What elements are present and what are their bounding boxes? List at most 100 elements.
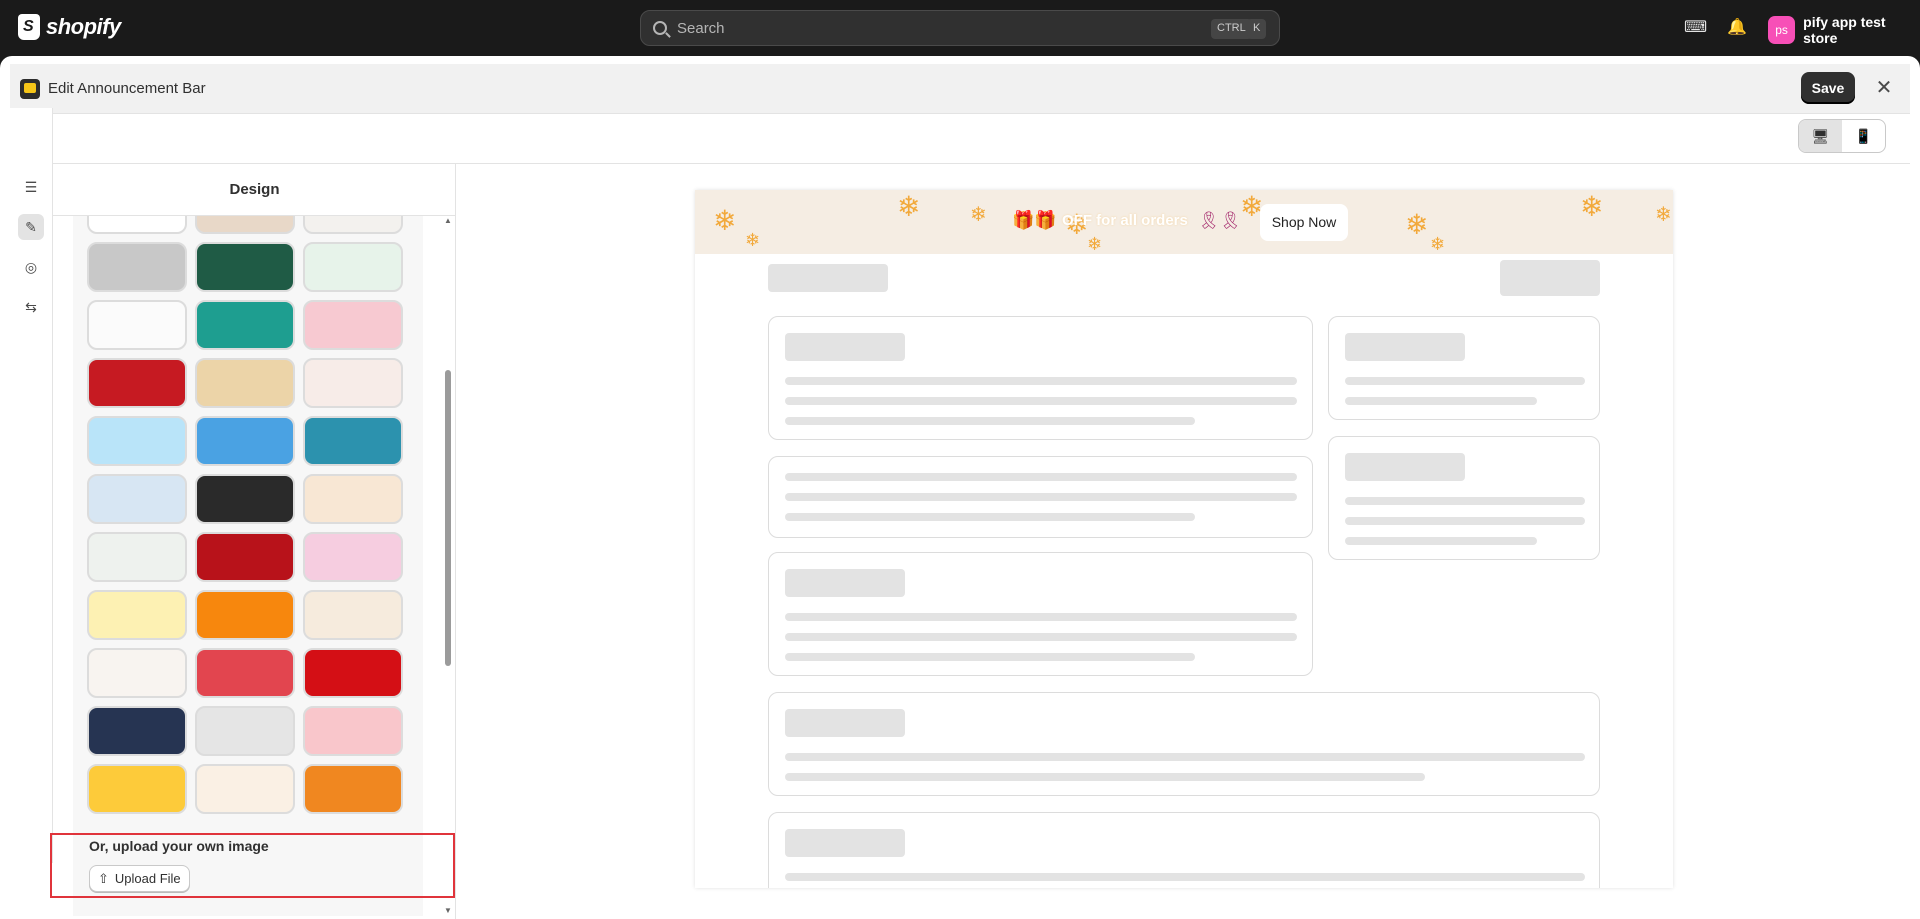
- shop-now-button[interactable]: Shop Now: [1260, 204, 1348, 241]
- background-tile-diamond-pattern[interactable]: [303, 216, 403, 234]
- background-tile-red-mistletoe[interactable]: [195, 532, 295, 582]
- editor-header: Edit Announcement Bar Save ✕: [10, 64, 1910, 114]
- background-tile-gray-waves[interactable]: [195, 706, 295, 756]
- panel-title: Design: [53, 164, 456, 216]
- skeleton-line: [1345, 377, 1585, 385]
- ribbon-icon: 🎗🎗: [1198, 211, 1242, 230]
- skeleton-line: [785, 753, 1585, 761]
- background-tile-light-green-pattern[interactable]: [303, 242, 403, 292]
- settings-icon[interactable]: ⇆: [18, 294, 44, 320]
- background-tile-cream-flowers[interactable]: [195, 764, 295, 814]
- skeleton-line: [785, 377, 1297, 385]
- targeting-icon[interactable]: ◎: [18, 254, 44, 280]
- design-icon[interactable]: ✎: [18, 214, 44, 240]
- announcement-bar[interactable]: ❄ ❄ ❄ ❄ ❄ ❄ ❄ ❄ ❄ ❄ ❄ 🎁🎁 OFF for all ord…: [695, 190, 1673, 254]
- desktop-view-icon[interactable]: 🖥: [1799, 120, 1842, 152]
- shopify-logo[interactable]: shopify: [18, 14, 121, 40]
- skeleton-line: [785, 773, 1425, 781]
- background-tile-black-stars[interactable]: [195, 474, 295, 524]
- background-tile-snow-red-stars[interactable]: [87, 216, 187, 234]
- store-name: pify app test store: [1803, 14, 1886, 46]
- upload-title: Or, upload your own image: [89, 838, 269, 854]
- background-tile-cream-clouds[interactable]: [303, 474, 403, 524]
- mobile-view-icon[interactable]: 📱: [1842, 120, 1885, 152]
- skeleton-line: [785, 653, 1195, 661]
- background-tile-yellow-solid[interactable]: [87, 764, 187, 814]
- skeleton-button: [1500, 260, 1600, 296]
- background-tile-gray-plaid[interactable]: [87, 242, 187, 292]
- background-tile-confetti[interactable]: [87, 648, 187, 698]
- background-tile-cream-chevron[interactable]: [303, 590, 403, 640]
- skeleton-line: [785, 417, 1195, 425]
- background-tile-red-lanterns[interactable]: [87, 358, 187, 408]
- skeleton-line: [785, 633, 1297, 641]
- skeleton-card: [768, 552, 1313, 676]
- skeleton-line: [1345, 397, 1537, 405]
- upload-file-button[interactable]: ⇧ Upload File: [89, 865, 190, 892]
- skeleton-heading: [785, 569, 905, 597]
- content-icon[interactable]: ☰: [18, 174, 44, 200]
- skeleton-card: [768, 456, 1313, 538]
- device-toggle: 🖥 📱: [1798, 119, 1886, 153]
- skeleton-line: [785, 493, 1297, 501]
- upload-file-label: Upload File: [114, 871, 181, 886]
- background-tile-yellow-hearts[interactable]: [87, 590, 187, 640]
- background-tile-teal-reindeer[interactable]: [303, 416, 403, 466]
- skeleton-card: [768, 692, 1600, 796]
- ctrl-key-hint: CTRL: [1211, 19, 1252, 39]
- search-input[interactable]: Search CTRL K: [640, 10, 1280, 46]
- snowflake-icon: ❄: [1655, 204, 1672, 226]
- save-button[interactable]: Save: [1801, 72, 1855, 104]
- snowflake-icon: ❄: [745, 230, 761, 250]
- background-tile-teal-ornament[interactable]: [195, 300, 295, 350]
- snowflake-icon: ❄: [1430, 234, 1446, 254]
- background-tile-green-stripes[interactable]: [195, 242, 295, 292]
- preview-toolbar: [10, 114, 1910, 164]
- close-icon[interactable]: ✕: [1872, 76, 1896, 100]
- avatar: ps: [1768, 16, 1796, 44]
- background-tile-beige-flowers[interactable]: [195, 216, 295, 234]
- background-gallery: [73, 216, 423, 916]
- skeleton-card: [1328, 316, 1600, 420]
- scroll-down-icon[interactable]: ▼: [444, 906, 452, 915]
- snowflake-icon: ❄: [1580, 191, 1604, 222]
- background-tile-blue-gingham[interactable]: [87, 474, 187, 524]
- upload-icon: ⇧: [98, 870, 109, 886]
- background-tile-light-blue[interactable]: [87, 416, 187, 466]
- background-tile-red-texture[interactable]: [303, 648, 403, 698]
- background-tile-tan-pattern[interactable]: [195, 358, 295, 408]
- background-tile-blue-pattern[interactable]: [195, 416, 295, 466]
- background-tile-white-snow-hills[interactable]: [87, 532, 187, 582]
- background-tile-pink-dots[interactable]: [303, 300, 403, 350]
- store-menu[interactable]: ps pify app test store: [1768, 14, 1920, 46]
- background-tile-pink-diamonds[interactable]: [303, 706, 403, 756]
- skeleton-line: [1345, 497, 1585, 505]
- shopify-bag-icon: [18, 14, 40, 40]
- design-panel: Design: [53, 164, 456, 919]
- announcement-text: OFF for all orders: [1062, 212, 1188, 229]
- background-tile-white-stars[interactable]: [87, 300, 187, 350]
- background-tile-orange-plaid[interactable]: [303, 764, 403, 814]
- background-tile-navy-gold[interactable]: [87, 706, 187, 756]
- brand-name: shopify: [46, 14, 121, 39]
- skeleton-card: [768, 812, 1600, 888]
- skeleton-title: [768, 264, 888, 292]
- background-tile-red-gifts[interactable]: [195, 648, 295, 698]
- skeleton-heading: [785, 333, 905, 361]
- background-tile-pastel-dots[interactable]: [303, 358, 403, 408]
- background-grid: [87, 216, 403, 814]
- background-tile-pink-gingham[interactable]: [303, 532, 403, 582]
- scroll-up-icon[interactable]: ▲: [444, 216, 452, 225]
- snowflake-icon: ❄: [1405, 209, 1429, 240]
- storefront-preview: ❄ ❄ ❄ ❄ ❄ ❄ ❄ ❄ ❄ ❄ ❄ 🎁🎁 OFF for all ord…: [695, 190, 1673, 888]
- snowflake-icon: ❄: [897, 191, 921, 222]
- search-icon: [653, 21, 667, 35]
- background-tile-orange-pumpkins[interactable]: [195, 590, 295, 640]
- skeleton-card: [1328, 436, 1600, 560]
- sidekick-icon[interactable]: ⌨: [1684, 18, 1707, 38]
- panel-scrollbar[interactable]: [445, 370, 451, 666]
- skeleton-heading: [1345, 333, 1465, 361]
- bell-icon[interactable]: 🔔: [1727, 18, 1747, 38]
- skeleton-line: [785, 397, 1297, 405]
- skeleton-line: [785, 613, 1297, 621]
